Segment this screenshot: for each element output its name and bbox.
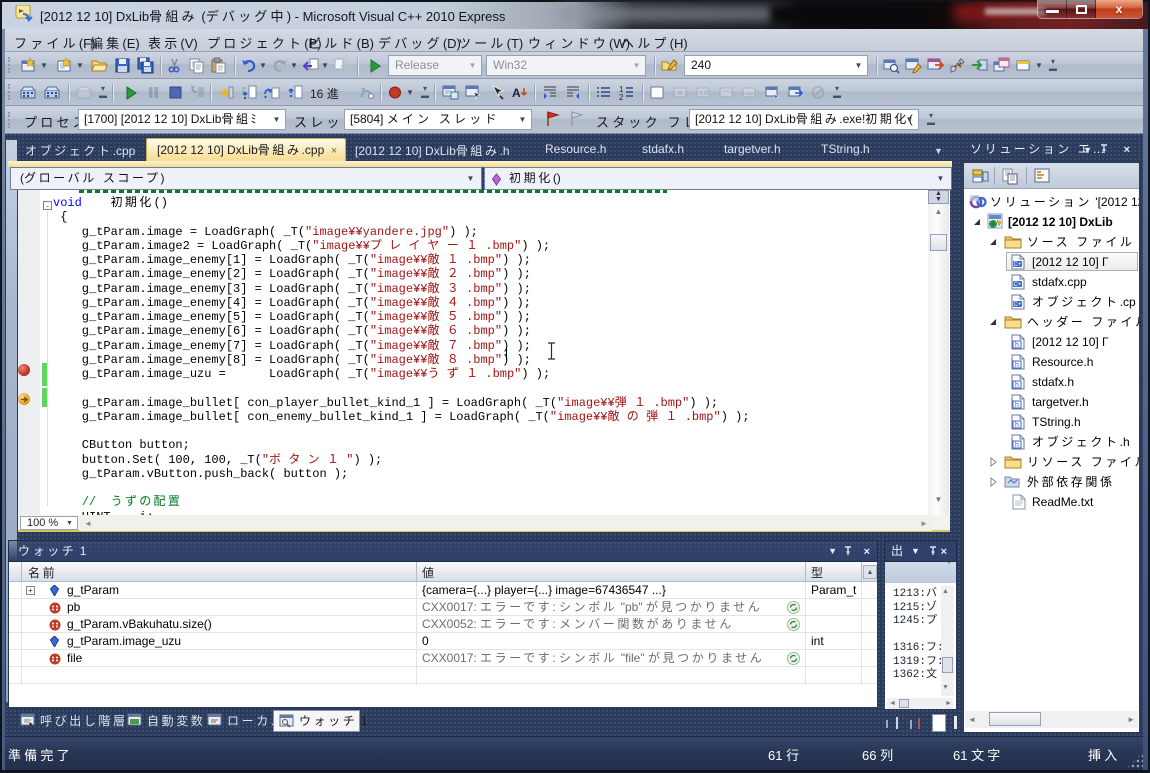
svg-text:C+: C+ [1014, 302, 1022, 308]
svg-text:C+: C+ [1014, 262, 1022, 268]
svg-text:h: h [1015, 422, 1019, 429]
svg-text:2: 2 [619, 93, 624, 102]
svg-text:h: h [1015, 382, 1019, 389]
svg-text:h: h [1015, 442, 1019, 449]
svg-text:h: h [1015, 362, 1019, 369]
svg-text:A: A [512, 86, 521, 100]
svg-text:h: h [1015, 342, 1019, 349]
svg-text:C+: C+ [1014, 282, 1022, 288]
svg-text:h: h [1015, 402, 1019, 409]
